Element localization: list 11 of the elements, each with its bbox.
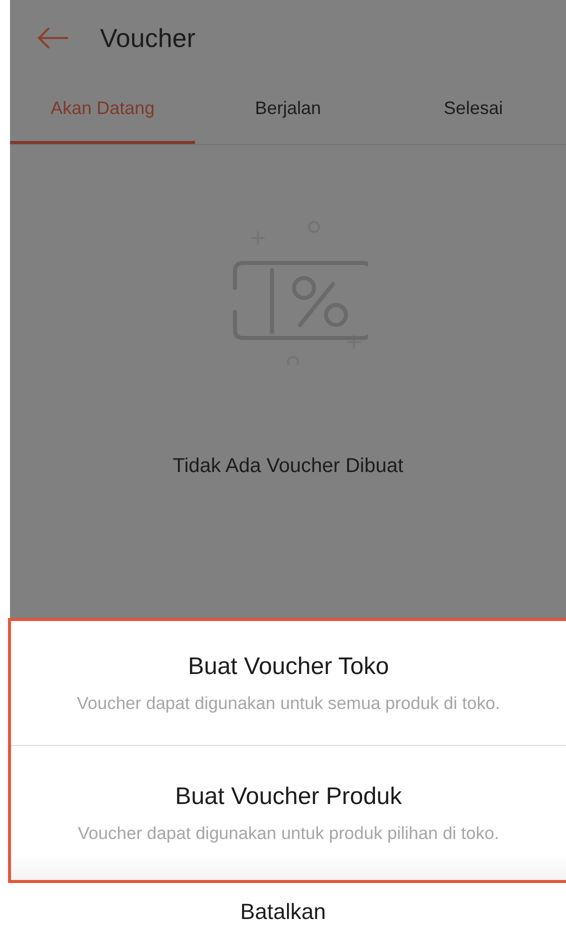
page-title: Voucher: [100, 22, 196, 54]
action-option[interactable]: Buat Voucher Produk Voucher dapat digunakan untuk produk pilihan di toko.: [11, 745, 566, 880]
cancel-button[interactable]: Batalkan: [230, 895, 336, 929]
option-title: Buat Voucher Toko: [188, 652, 390, 680]
back-arrow-icon[interactable]: [36, 26, 70, 50]
tab[interactable]: Berjalan: [195, 76, 381, 144]
tab[interactable]: Selesai: [380, 76, 566, 144]
empty-message: Tidak Ada Voucher Dibuat: [172, 455, 404, 478]
option-title: Buat Voucher Produk: [175, 782, 402, 810]
option-description: Voucher dapat digunakan untuk semua produk di toko.: [76, 692, 500, 714]
option-description: Voucher dapat digunakan untuk produk pilihan di toko.: [78, 822, 500, 844]
